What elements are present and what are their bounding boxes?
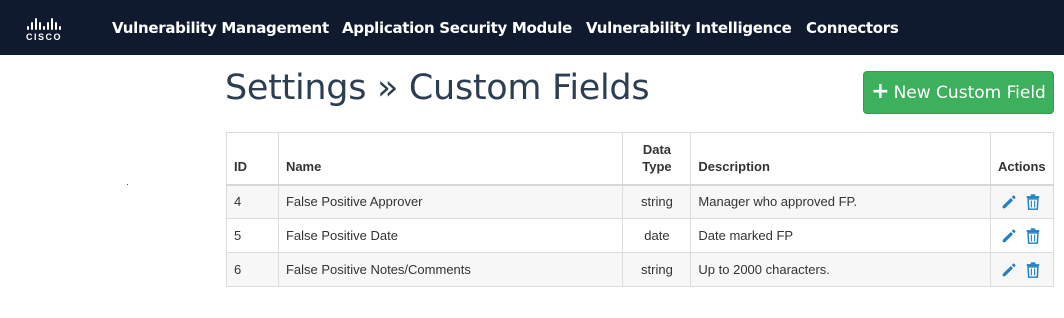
edit-pencil-icon[interactable] — [1000, 261, 1018, 279]
header-description[interactable]: Description — [690, 132, 991, 186]
delete-trash-icon[interactable] — [1024, 193, 1042, 211]
cell-data-type: string — [622, 184, 692, 219]
new-custom-field-button[interactable]: + New Custom Field — [863, 71, 1054, 114]
edit-pencil-icon[interactable] — [1000, 193, 1018, 211]
table-row: 6 False Positive Notes/Comments string U… — [226, 252, 1055, 287]
nav-vulnerability-management[interactable]: Vulnerability Management — [112, 19, 329, 37]
cell-data-type: string — [622, 252, 692, 287]
nav-application-security-module[interactable]: Application Security Module — [342, 19, 572, 37]
cell-data-type: date — [622, 218, 692, 253]
cell-id: 5 — [226, 218, 279, 253]
cell-actions — [989, 252, 1055, 287]
cell-id: 4 — [226, 184, 279, 219]
header-data-type[interactable]: Data Type — [622, 132, 692, 186]
cell-name: False Positive Approver — [277, 184, 624, 219]
header-actions: Actions — [989, 132, 1055, 186]
header-name[interactable]: Name — [277, 132, 624, 186]
edit-pencil-icon[interactable] — [1000, 227, 1018, 245]
cell-name: False Positive Notes/Comments — [277, 252, 624, 287]
cisco-logo-bars-icon — [27, 18, 61, 30]
plus-icon: + — [871, 78, 890, 104]
table-row: 4 False Positive Approver string Manager… — [226, 184, 1055, 219]
cell-id: 6 — [226, 252, 279, 287]
table-header-row: ID Name Data Type Description Actions — [226, 132, 1055, 186]
header-data-type-line2: Type — [642, 158, 672, 174]
cell-description: Up to 2000 characters. — [690, 252, 991, 287]
header-data-type-line1: Data — [642, 141, 672, 157]
cisco-logo[interactable]: CISCO — [22, 18, 66, 44]
stray-dot — [127, 184, 128, 185]
delete-trash-icon[interactable] — [1024, 227, 1042, 245]
header-id[interactable]: ID — [226, 132, 279, 186]
cell-description: Date marked FP — [690, 218, 991, 253]
cell-actions — [989, 184, 1055, 219]
new-custom-field-label: New Custom Field — [893, 82, 1046, 103]
custom-fields-table: ID Name Data Type Description Actions 4 … — [226, 132, 1055, 287]
nav-vulnerability-intelligence[interactable]: Vulnerability Intelligence — [586, 19, 792, 37]
top-navbar: CISCO Vulnerability Management Applicati… — [0, 0, 1064, 55]
table-row: 5 False Positive Date date Date marked F… — [226, 218, 1055, 253]
delete-trash-icon[interactable] — [1024, 261, 1042, 279]
cell-description: Manager who approved FP. — [690, 184, 991, 219]
nav-connectors[interactable]: Connectors — [806, 19, 899, 37]
cell-name: False Positive Date — [277, 218, 624, 253]
cell-actions — [989, 218, 1055, 253]
page-title: Settings » Custom Fields — [225, 68, 650, 108]
logo-text: CISCO — [25, 32, 62, 42]
